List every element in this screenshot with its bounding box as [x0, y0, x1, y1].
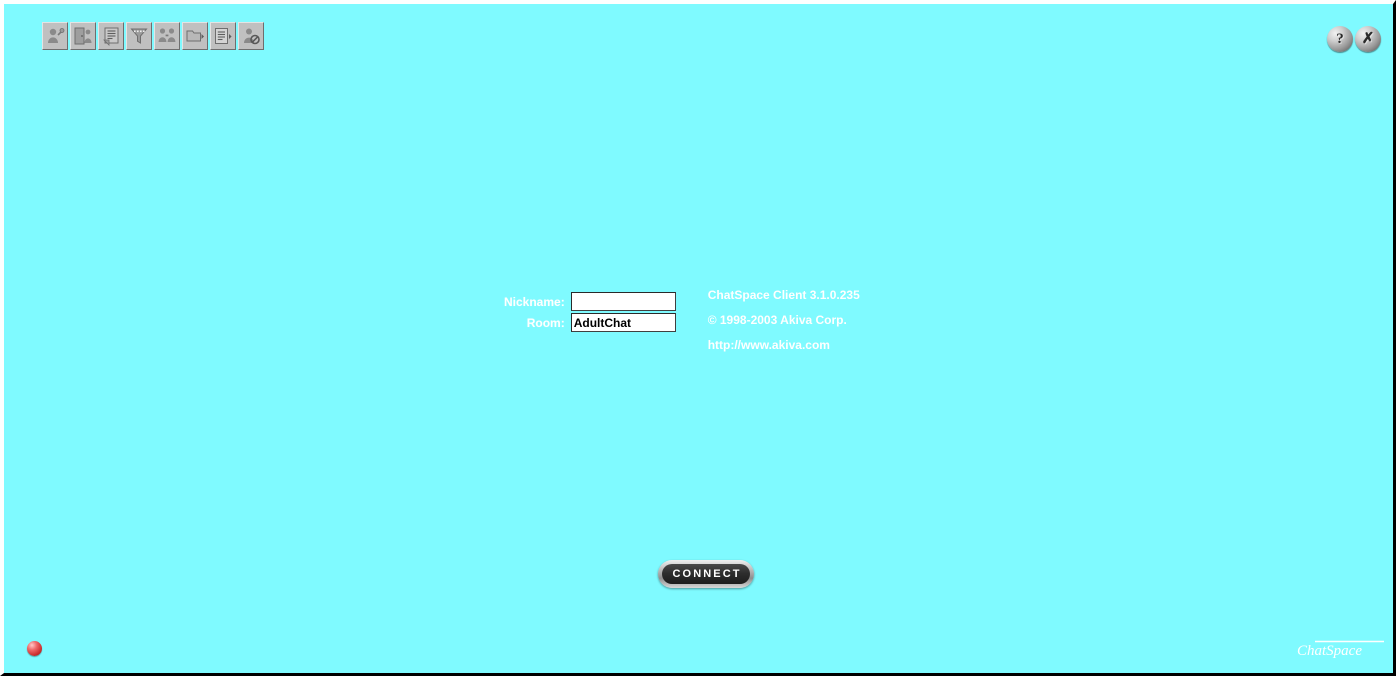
ignore-user-icon [241, 26, 261, 46]
people-group-icon [157, 26, 177, 46]
nickname-input[interactable] [570, 292, 676, 311]
toolbar-button-rooms[interactable] [182, 22, 208, 50]
toolbar [42, 22, 264, 50]
tools-button[interactable]: ✗ [1355, 26, 1381, 52]
toolbar-button-profile[interactable] [42, 22, 68, 50]
question-mark-icon: ? [1336, 30, 1344, 47]
application-window: ? ✗ Nickname: Room: ChatSpace Client 3.1… [0, 0, 1396, 676]
cross-tools-icon: ✗ [1361, 30, 1375, 47]
login-form: Nickname: Room: ChatSpace Client 3.1.0.2… [504, 288, 860, 363]
toolbar-button-messages[interactable] [98, 22, 124, 50]
chatspace-logo: ChatSpace [1295, 638, 1385, 662]
toolbar-button-exit-room[interactable] [70, 22, 96, 50]
help-button[interactable]: ? [1327, 26, 1353, 52]
room-label: Room: [526, 315, 565, 330]
message-list-icon [101, 26, 121, 46]
user-profile-icon [45, 26, 65, 46]
toolbar-button-members[interactable] [154, 22, 180, 50]
nickname-label: Nickname: [504, 294, 565, 309]
copyright-text: © 1998-2003 Akiva Corp. [707, 313, 847, 327]
svg-text:ChatSpace: ChatSpace [1297, 643, 1362, 659]
topright-button-group: ? ✗ [1327, 26, 1381, 52]
toolbar-button-filter[interactable] [126, 22, 152, 50]
client-version-text: ChatSpace Client 3.1.0.235 [707, 288, 860, 302]
toolbar-button-logs[interactable] [210, 22, 236, 50]
folder-dropdown-icon [185, 26, 205, 46]
login-fields: Nickname: Room: [504, 292, 676, 332]
filter-funnel-icon [129, 26, 149, 46]
connect-button[interactable]: CONNECT [658, 560, 754, 588]
room-input[interactable] [570, 313, 676, 332]
website-link[interactable]: http://www.akiva.com [708, 338, 860, 352]
about-block: ChatSpace Client 3.1.0.235 © 1998-2003 A… [708, 288, 860, 363]
notepad-dropdown-icon [213, 26, 233, 46]
disconnected-status-led [27, 641, 42, 656]
connect-button-label: CONNECT [662, 564, 750, 584]
toolbar-button-ignore-user[interactable] [238, 22, 264, 50]
exit-door-icon [73, 26, 93, 46]
